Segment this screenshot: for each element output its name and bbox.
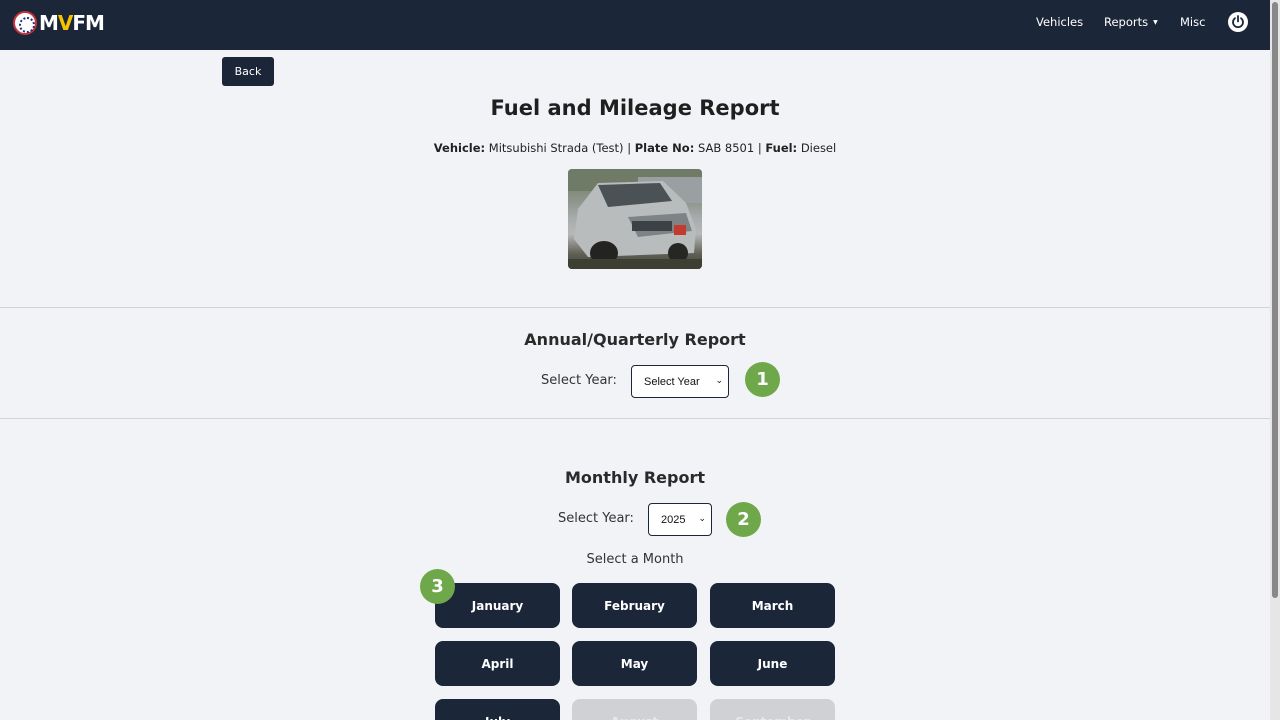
back-button[interactable]: Back (222, 57, 274, 86)
month-button-may[interactable]: May (572, 641, 697, 686)
month-button-june[interactable]: June (710, 641, 835, 686)
vehicle-value: Mitsubishi Strada (Test) (488, 141, 624, 155)
vehicle-photo (568, 169, 702, 269)
logo-text: MVFM (39, 11, 105, 35)
separator: | (757, 141, 762, 155)
monthly-report-title: Monthly Report (565, 468, 705, 487)
separator: | (627, 141, 632, 155)
page-scrollbar[interactable] (1270, 0, 1280, 720)
monthly-year-select[interactable]: 2025 ⌄ (648, 503, 712, 536)
chevron-down-icon: ⌄ (698, 513, 706, 523)
page-title: Fuel and Mileage Report (490, 96, 780, 120)
step-marker-3: 3 (420, 569, 455, 604)
month-button-april[interactable]: April (435, 641, 560, 686)
vehicle-label: Vehicle: (433, 141, 486, 155)
annual-year-value: Select Year (644, 375, 700, 388)
vehicle-info: Vehicle: Mitsubishi Strada (Test) | Plat… (0, 141, 1270, 155)
fuel-label: Fuel: (765, 141, 798, 155)
annual-year-label: Select Year: (541, 373, 617, 388)
scrollbar-thumb[interactable] (1272, 2, 1278, 598)
month-button-february[interactable]: February (572, 583, 697, 628)
month-button-september: September (710, 699, 835, 720)
power-icon[interactable] (1228, 12, 1248, 32)
top-navbar: MVFM Vehicles Reports ▼ Misc (0, 0, 1270, 50)
step-marker-2: 2 (726, 502, 761, 537)
nav-reports[interactable]: Reports ▼ (1104, 15, 1158, 29)
fuel-value: Diesel (800, 141, 837, 155)
nav-misc[interactable]: Misc (1180, 15, 1205, 29)
step-marker-1: 1 (745, 362, 780, 397)
mvfm-logo[interactable]: MVFM (13, 11, 105, 35)
month-button-july[interactable]: July (435, 699, 560, 720)
plate-value: SAB 8501 (697, 141, 755, 155)
monthly-year-label: Select Year: (558, 511, 634, 526)
caret-down-icon: ▼ (1153, 19, 1158, 26)
annual-report-title: Annual/Quarterly Report (524, 330, 746, 349)
section-divider (0, 307, 1270, 308)
annual-year-select[interactable]: Select Year ⌄ (631, 365, 729, 398)
nav-vehicles[interactable]: Vehicles (1036, 15, 1083, 29)
plate-label: Plate No: (634, 141, 695, 155)
section-divider (0, 418, 1270, 419)
month-button-august: August (572, 699, 697, 720)
monthly-year-value: 2025 (661, 513, 686, 526)
month-button-march[interactable]: March (710, 583, 835, 628)
select-month-prompt: Select a Month (586, 552, 684, 567)
nav-reports-label: Reports (1104, 15, 1149, 29)
chevron-down-icon: ⌄ (715, 375, 723, 385)
emblem-icon (13, 11, 37, 35)
